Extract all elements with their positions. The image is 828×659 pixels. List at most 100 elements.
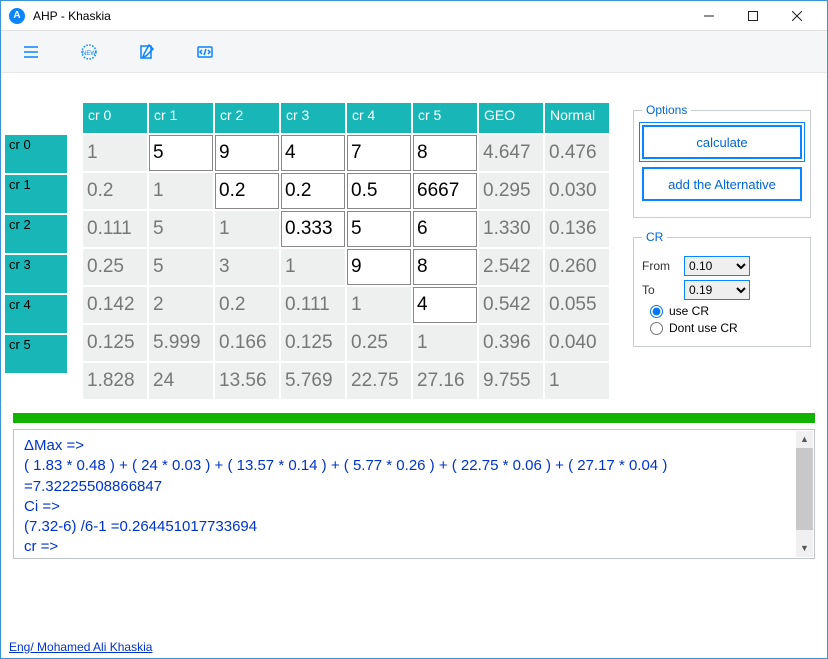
matrix-cell: 1: [413, 325, 477, 361]
matrix-input-cell[interactable]: 6: [413, 211, 477, 247]
scroll-down-icon[interactable]: ▼: [796, 540, 813, 557]
matrix-input-cell[interactable]: 0.2: [215, 173, 279, 209]
table-row: 1.8282413.565.76922.7527.169.7551: [83, 363, 611, 399]
matrix-input-cell[interactable]: 7: [347, 135, 411, 171]
author-link[interactable]: Eng/ Mohamed Ali Khaskia: [9, 640, 152, 654]
matrix-cell: 0.25: [347, 325, 411, 361]
calculate-button[interactable]: calculate: [642, 125, 802, 159]
menu-icon[interactable]: [19, 40, 43, 64]
matrix-grid: cr 0cr 1cr 2cr 3cr 4cr 5 cr 0cr 1cr 2cr …: [5, 103, 611, 399]
matrix-cell: 0.260: [545, 249, 609, 285]
use-cr-radio[interactable]: [650, 305, 663, 318]
matrix-input-cell[interactable]: 9: [215, 135, 279, 171]
code-icon[interactable]: [193, 40, 217, 64]
col-header: cr 3: [281, 103, 345, 133]
table-row: 0.1255.9990.1660.1250.2510.3960.040: [83, 325, 611, 361]
matrix-cell: 0.125: [281, 325, 345, 361]
table-row: 1594784.6470.476: [83, 135, 611, 171]
matrix-cell: 0.055: [545, 287, 609, 323]
matrix-input-cell[interactable]: 8: [413, 135, 477, 171]
minimize-button[interactable]: [687, 1, 731, 31]
matrix-cell: 0.142: [83, 287, 147, 323]
matrix-cell: 5.999: [149, 325, 213, 361]
matrix-cell: 5: [149, 249, 213, 285]
table-row: 0.210.20.20.566670.2950.030: [83, 173, 611, 209]
matrix-input-cell[interactable]: 9: [347, 249, 411, 285]
matrix-cell: 0.2: [215, 287, 279, 323]
output-log[interactable]: ΔMax =>( 1.83 * 0.48 ) + ( 24 * 0.03 ) +…: [13, 429, 815, 559]
matrix-cell: 1: [83, 135, 147, 171]
row-label: cr 0: [5, 135, 67, 173]
log-line: (7.32-6) /6-1 =0.264451017733694: [24, 517, 792, 537]
scroll-thumb[interactable]: [796, 448, 813, 530]
matrix-cell: 22.75: [347, 363, 411, 399]
maximize-button[interactable]: [731, 1, 775, 31]
matrix-input-cell[interactable]: 8: [413, 249, 477, 285]
matrix-cell: 0.166: [215, 325, 279, 361]
options-legend: Options: [642, 103, 691, 117]
col-header: cr 5: [413, 103, 477, 133]
toolbar: NEW: [1, 31, 827, 73]
matrix-cell: 24: [149, 363, 213, 399]
matrix-cell: 2.542: [479, 249, 543, 285]
cr-to-select[interactable]: 0.19: [684, 280, 750, 300]
scroll-up-icon[interactable]: ▲: [796, 431, 813, 448]
matrix-input-cell[interactable]: 4: [413, 287, 477, 323]
matrix-cell: 0.111: [281, 287, 345, 323]
row-label: cr 2: [5, 215, 67, 253]
matrix-input-cell[interactable]: 0.5: [347, 173, 411, 209]
new-icon[interactable]: NEW: [77, 40, 101, 64]
app-icon: A: [9, 8, 25, 24]
matrix-cell: 1: [215, 211, 279, 247]
matrix-cell: 5: [149, 211, 213, 247]
options-group: Options calculate add the Alternative: [633, 103, 811, 218]
matrix-cell: 9.755: [479, 363, 543, 399]
add-alternative-button[interactable]: add the Alternative: [642, 167, 802, 201]
window-title: AHP - Khaskia: [33, 9, 111, 23]
close-button[interactable]: [775, 1, 819, 31]
matrix-cell: 0.136: [545, 211, 609, 247]
log-scrollbar[interactable]: ▲ ▼: [796, 431, 813, 557]
matrix-input-cell[interactable]: 5: [149, 135, 213, 171]
col-header: cr 0: [83, 103, 147, 133]
matrix-cell: 0.030: [545, 173, 609, 209]
matrix-cell: 4.647: [479, 135, 543, 171]
titlebar: A AHP - Khaskia: [1, 1, 827, 31]
matrix-cell: 1: [149, 173, 213, 209]
col-header: Normal: [545, 103, 609, 133]
matrix-cell: 0.476: [545, 135, 609, 171]
table-row: 0.25531982.5420.260: [83, 249, 611, 285]
matrix-cell: 0.040: [545, 325, 609, 361]
row-label: cr 5: [5, 335, 67, 373]
row-label: cr 1: [5, 175, 67, 213]
matrix-cell: 1.828: [83, 363, 147, 399]
matrix-cell: 0.396: [479, 325, 543, 361]
cr-group: CR From 0.10 To 0.19: [633, 230, 811, 347]
matrix-input-cell[interactable]: 0.2: [281, 173, 345, 209]
matrix-cell: 0.25: [83, 249, 147, 285]
dont-use-cr-radio[interactable]: [650, 322, 663, 335]
col-header: GEO: [479, 103, 543, 133]
matrix-cell: 0.111: [83, 211, 147, 247]
log-line: ( 1.83 * 0.48 ) + ( 24 * 0.03 ) + ( 13.5…: [24, 456, 792, 497]
matrix-cell: 27.16: [413, 363, 477, 399]
footer-credit: Eng/ Mohamed Ali Khaskia: [9, 640, 152, 654]
cr-legend: CR: [642, 230, 667, 244]
matrix-cell: 1: [347, 287, 411, 323]
col-header: cr 4: [347, 103, 411, 133]
matrix-input-cell[interactable]: 6667: [413, 173, 477, 209]
matrix-cell: 1: [281, 249, 345, 285]
matrix-cell: 0.125: [83, 325, 147, 361]
edit-icon[interactable]: [135, 40, 159, 64]
matrix-input-cell[interactable]: 5: [347, 211, 411, 247]
matrix-cell: 0.2: [83, 173, 147, 209]
col-header: cr 2: [215, 103, 279, 133]
dont-use-cr-label: Dont use CR: [669, 321, 738, 335]
matrix-cell: 5.769: [281, 363, 345, 399]
matrix-cell: 2: [149, 287, 213, 323]
matrix-input-cell[interactable]: 0.333: [281, 211, 345, 247]
matrix-input-cell[interactable]: 4: [281, 135, 345, 171]
matrix-cell: 3: [215, 249, 279, 285]
cr-from-select[interactable]: 0.10: [684, 256, 750, 276]
log-line: ΔMax =>: [24, 436, 792, 456]
